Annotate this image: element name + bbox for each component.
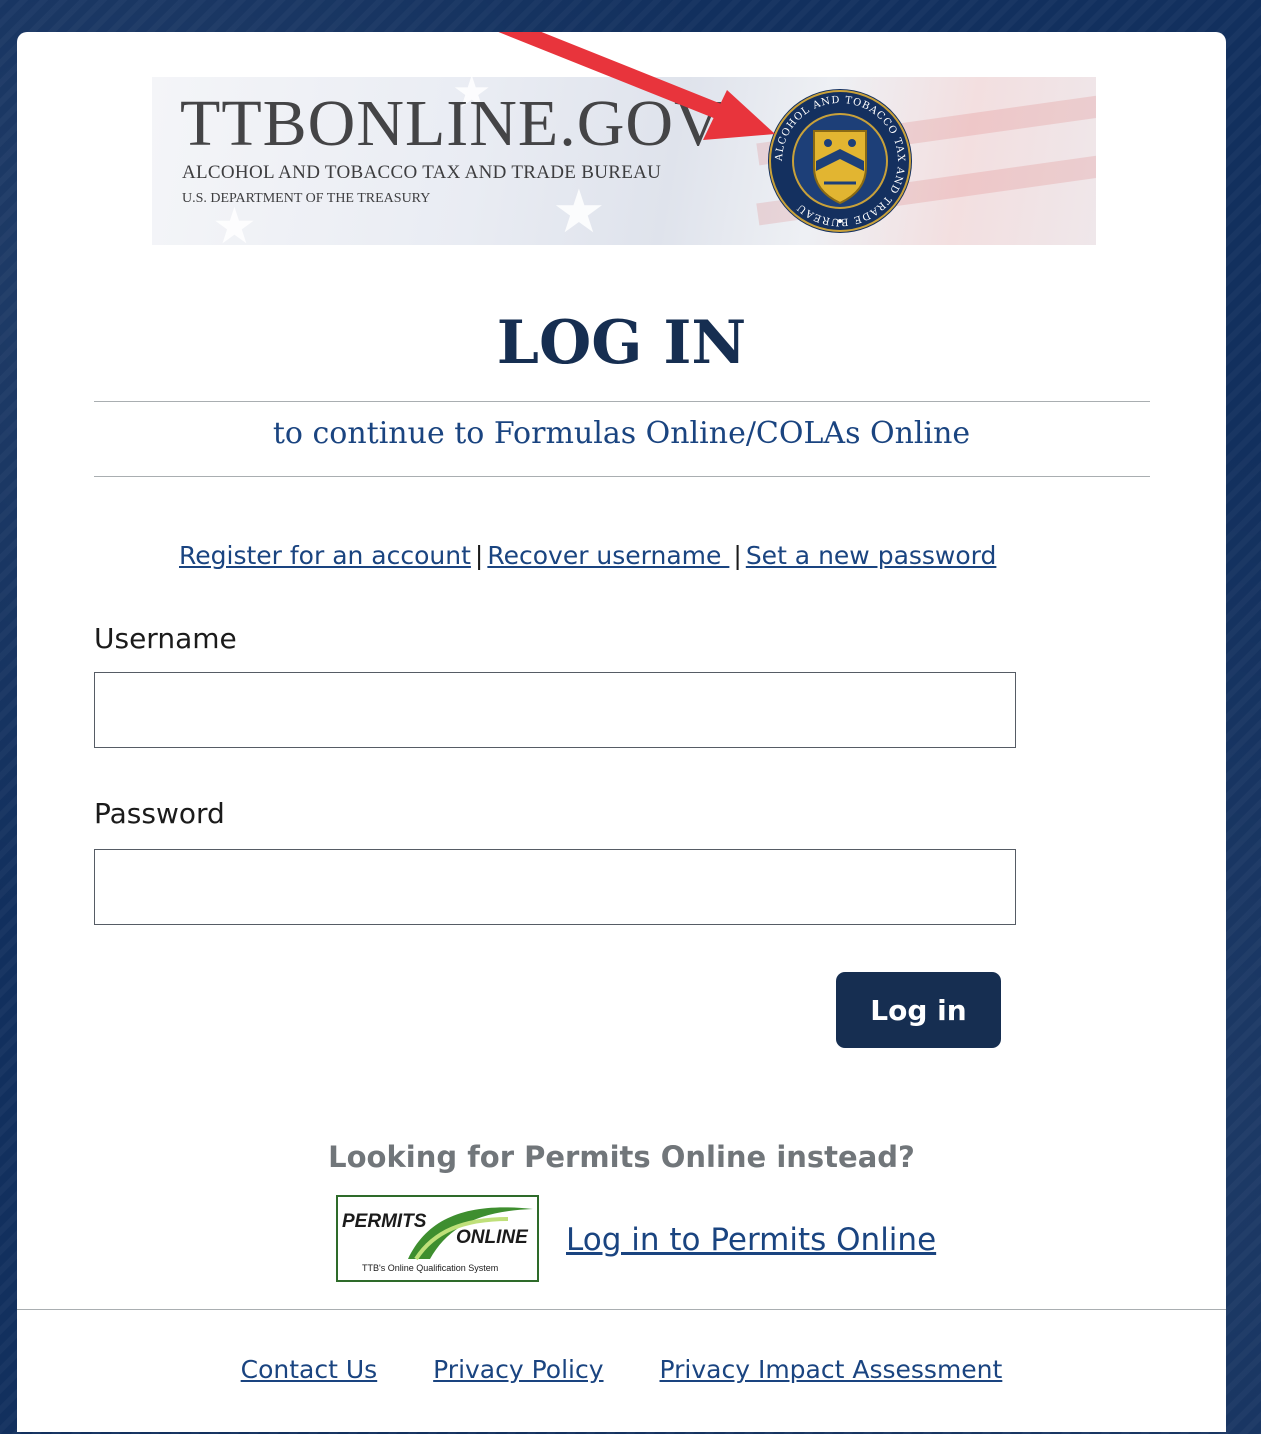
divider <box>94 476 1150 477</box>
permits-logo-tagline: TTB's Online Qualification System <box>362 1263 499 1273</box>
footer: Contact Us Privacy Policy Privacy Impact… <box>17 1355 1226 1384</box>
set-password-link[interactable]: Set a new password <box>746 541 997 570</box>
permits-online-logo: PERMITS ONLINE TTB's Online Qualificatio… <box>336 1195 539 1282</box>
link-separator: | <box>474 541 484 570</box>
privacy-policy-link[interactable]: Privacy Policy <box>433 1355 603 1384</box>
login-button[interactable]: Log in <box>836 972 1001 1048</box>
divider <box>94 401 1150 402</box>
username-input[interactable] <box>94 672 1016 748</box>
footer-divider <box>17 1309 1226 1310</box>
ttb-banner: ★ ★ ★ TTBONLINE.GOV ALCOHOL AND TOBACCO … <box>152 77 1096 245</box>
permits-login-link[interactable]: Log in to Permits Online <box>566 1222 936 1258</box>
page-subtitle: to continue to Formulas Online/COLAs Onl… <box>272 416 971 451</box>
permits-prompt: Looking for Permits Online instead? <box>328 1140 915 1174</box>
recover-username-link[interactable]: Recover username <box>487 541 729 570</box>
permits-logo-word1: PERMITS <box>342 1211 427 1232</box>
contact-us-link[interactable]: Contact Us <box>241 1355 378 1384</box>
department-name: U.S. DEPARTMENT OF THE TREASURY <box>182 191 431 206</box>
account-links: Register for an account | Recover username… <box>179 541 996 570</box>
brand-wordmark: TTBONLINE.GOV <box>180 87 723 160</box>
login-card: ★ ★ ★ TTBONLINE.GOV ALCOHOL AND TOBACCO … <box>17 32 1226 1432</box>
username-label: Username <box>94 622 237 655</box>
page-title: LOG IN <box>496 308 747 378</box>
ttb-seal-icon: ALCOHOL AND TOBACCO TAX AND TRADE BUREAU <box>768 89 912 233</box>
password-label: Password <box>94 797 225 830</box>
register-link[interactable]: Register for an account <box>179 541 471 570</box>
permits-logo-word2: ONLINE <box>456 1227 528 1248</box>
privacy-impact-link[interactable]: Privacy Impact Assessment <box>659 1355 1002 1384</box>
bureau-name: ALCOHOL AND TOBACCO TAX AND TRADE BUREAU <box>182 162 662 183</box>
link-separator: | <box>733 541 742 570</box>
password-input[interactable] <box>94 849 1016 925</box>
